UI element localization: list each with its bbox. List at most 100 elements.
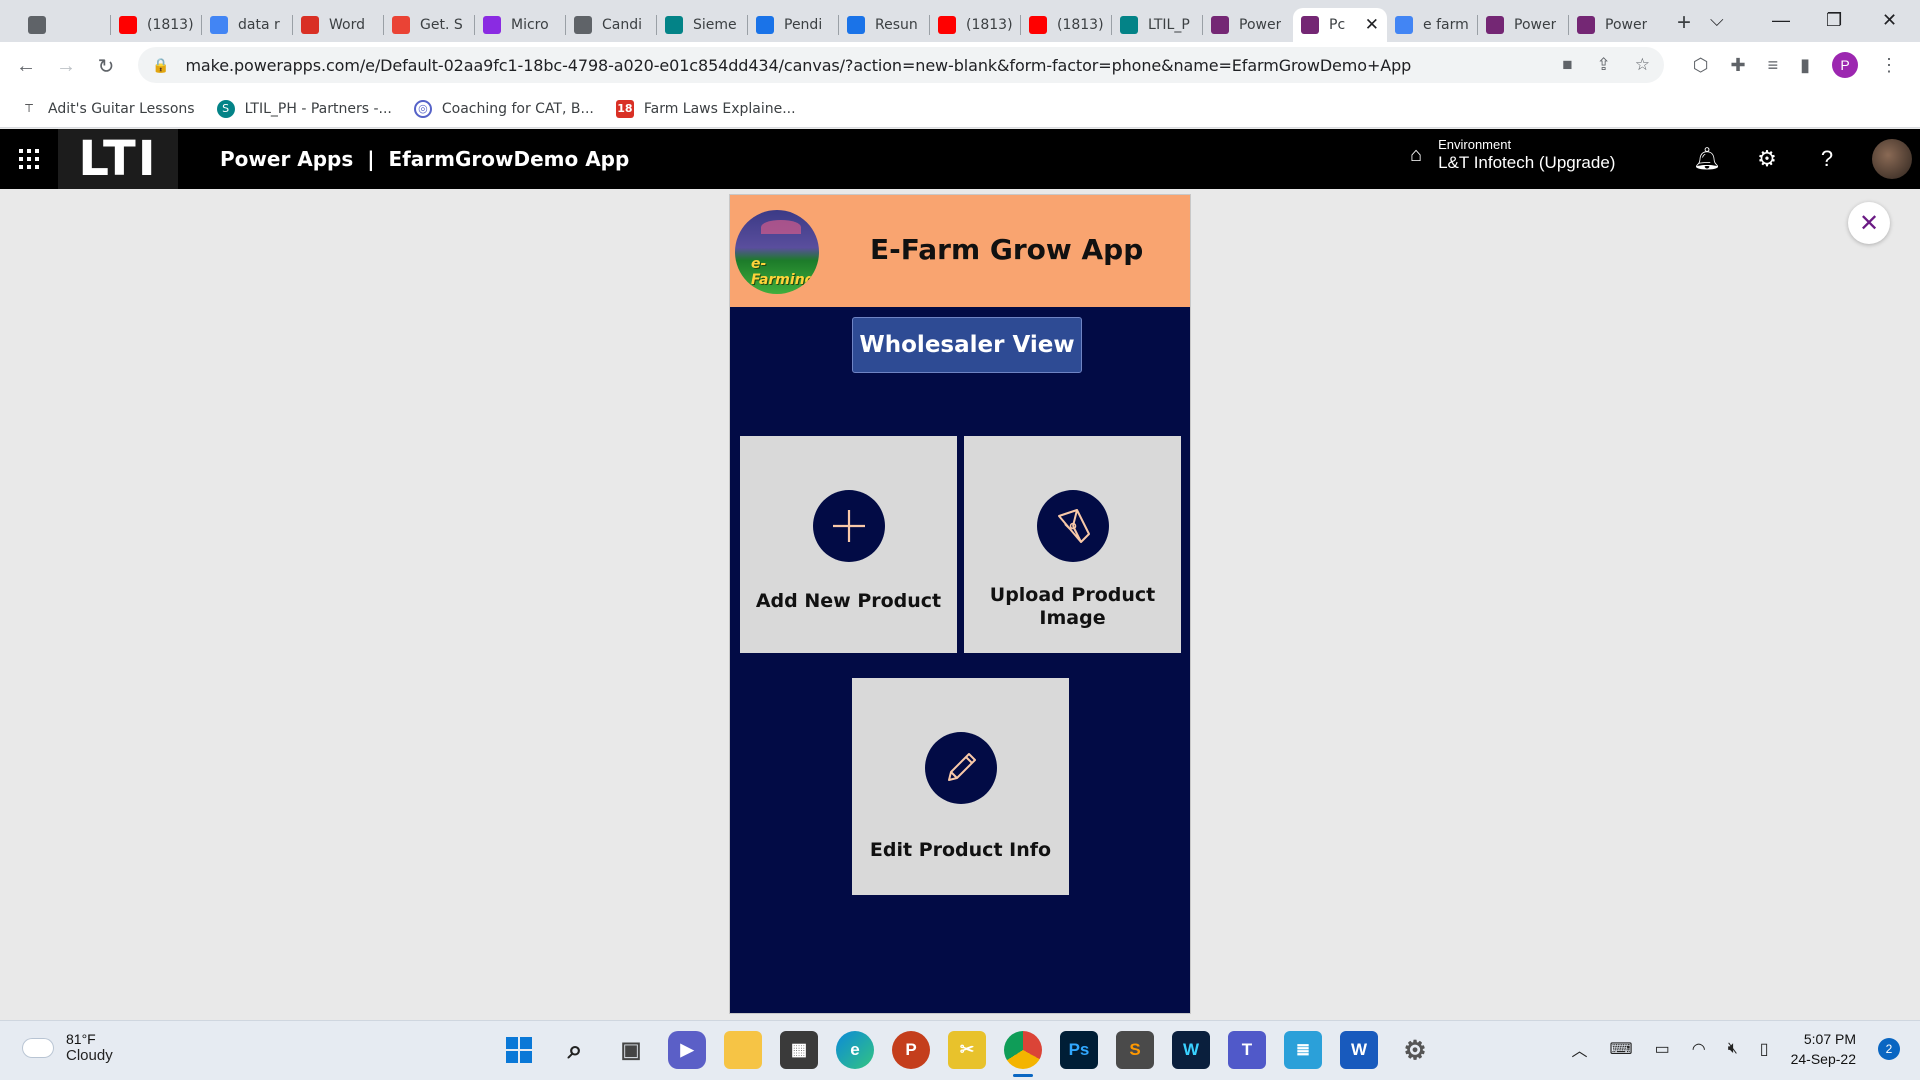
powerpoint-icon[interactable]: P — [892, 1031, 930, 1069]
display-icon[interactable]: ▭ — [1655, 1039, 1670, 1059]
file-explorer-icon[interactable] — [724, 1031, 762, 1069]
browser-tab[interactable]: Power — [1203, 8, 1293, 42]
weather-widget[interactable]: 81°F Cloudy — [22, 1031, 113, 1064]
tab-label: Pendi — [784, 17, 823, 33]
bookmark-item[interactable]: 18 Farm Laws Explaine... — [615, 99, 796, 118]
notepad-icon[interactable]: ≣ — [1284, 1031, 1322, 1069]
new-tab-button[interactable]: + — [1677, 9, 1691, 37]
close-window-button[interactable]: ✕ — [1882, 0, 1897, 40]
volume-muted-icon[interactable]: 🔇︎ — [1728, 1040, 1738, 1058]
search-icon[interactable]: ⌕ — [556, 1031, 594, 1069]
globe-icon — [574, 16, 592, 34]
bookmarks-bar: ⊤ Adit's Guitar Lessons S LTIL_PH - Part… — [0, 90, 1920, 128]
bell-icon[interactable]: 🔔︎ — [1692, 146, 1722, 172]
bookmark-item[interactable]: ◎ Coaching for CAT, B... — [413, 99, 594, 118]
task-view-icon[interactable]: ▣ — [612, 1031, 650, 1069]
back-icon[interactable]: ← — [6, 55, 46, 78]
tab-label: Power — [1239, 17, 1282, 33]
browser-tab[interactable]: Power — [1569, 8, 1659, 42]
edit-product-info-tile[interactable]: Edit Product Info — [852, 678, 1069, 895]
keyboard-icon[interactable]: ⌨ — [1610, 1039, 1633, 1059]
youtube-icon — [1029, 16, 1047, 34]
bookmark-star-icon[interactable]: ☆ — [1635, 55, 1650, 75]
media-control-icon[interactable]: ≡ — [1768, 55, 1779, 76]
menu-icon[interactable]: ⋮ — [1880, 55, 1898, 76]
bookmark-item[interactable]: S LTIL_PH - Partners -... — [216, 99, 392, 118]
browser-tab[interactable]: Word — [293, 8, 383, 42]
snipping-tool-icon[interactable]: ✂ — [948, 1031, 986, 1069]
browser-tab[interactable]: Pendi — [748, 8, 838, 42]
restore-button[interactable]: ❐ — [1826, 0, 1842, 40]
taskbar-apps: ⌕ ▣ ▶ ▦ e P ✂ Ps S W T ≣ W ⚙ — [500, 1031, 1434, 1077]
puzzle-icon[interactable]: ✚ — [1730, 55, 1745, 76]
teams-icon[interactable]: T — [1228, 1031, 1266, 1069]
forward-icon[interactable]: → — [46, 55, 86, 78]
tab-label: Word — [329, 17, 365, 33]
profile-avatar[interactable]: P — [1832, 52, 1858, 78]
app-launcher-icon[interactable] — [0, 129, 58, 189]
k-icon — [756, 16, 774, 34]
windows-taskbar: 81°F Cloudy ⌕ ▣ ▶ ▦ e P ✂ Ps S W T ≣ W ⚙… — [0, 1020, 1920, 1080]
add-new-product-tile[interactable]: Add New Product — [740, 436, 957, 653]
browser-tab[interactable]: e farm — [1387, 8, 1477, 42]
tab-label: LTIL_P — [1148, 17, 1190, 33]
wholesaler-view-button[interactable]: Wholesaler View — [852, 317, 1082, 373]
app-title: Power Apps | EfarmGrowDemo App — [220, 147, 630, 171]
tab-label: (1813) — [147, 17, 193, 33]
extension-toolbar: ⬡ ✚ ≡ ▮ P ⋮ — [1693, 52, 1898, 78]
minimize-button[interactable]: — — [1772, 0, 1790, 40]
tile-label: Edit Product Info — [869, 839, 1052, 861]
browser-tab[interactable]: Power — [1478, 8, 1568, 42]
google-icon — [210, 16, 228, 34]
windows-start-icon[interactable] — [500, 1031, 538, 1069]
cloud-icon — [22, 1037, 54, 1058]
side-panel-icon[interactable]: ▮ — [1800, 55, 1810, 76]
browser-tab[interactable]: Sieme — [657, 8, 747, 42]
microsoft-store-icon[interactable]: ▦ — [780, 1031, 818, 1069]
notification-badge[interactable]: 2 — [1878, 1038, 1900, 1060]
chrome-icon[interactable] — [1004, 1031, 1042, 1077]
share-icon[interactable]: ⇪ — [1597, 55, 1611, 75]
powerapps-icon — [1211, 16, 1229, 34]
camera-blocked-icon[interactable]: ■ — [1562, 55, 1572, 75]
chevron-up-icon[interactable]: ︿ — [1572, 1037, 1588, 1061]
close-tab-icon[interactable]: ✕ — [1365, 15, 1379, 35]
environment-label: Environment — [1438, 137, 1512, 152]
browser-tab[interactable]: Resun — [839, 8, 929, 42]
browser-tab[interactable]: Pc ✕ — [1293, 8, 1387, 42]
browser-tab[interactable]: data r — [202, 8, 292, 42]
environment-picker[interactable]: ⌂ Environment L&T Infotech (Upgrade) — [1410, 137, 1615, 173]
battery-icon[interactable]: ▯ — [1760, 1039, 1769, 1059]
photoshop-icon[interactable]: Ps — [1060, 1031, 1098, 1069]
bookmark-item[interactable]: ⊤ Adit's Guitar Lessons — [20, 100, 194, 118]
globe-icon: ◎ — [413, 99, 432, 118]
user-avatar[interactable] — [1872, 139, 1912, 179]
help-icon[interactable]: ? — [1812, 146, 1842, 172]
tab-label: (1813) — [1057, 17, 1103, 33]
browser-tab[interactable]: (1813) — [930, 8, 1020, 42]
clock[interactable]: 5:07 PM 24-Sep-22 — [1791, 1029, 1856, 1069]
browser-tab[interactable]: Micro — [475, 8, 565, 42]
gear-icon[interactable]: ⚙ — [1752, 146, 1782, 172]
webex-icon[interactable]: W — [1172, 1031, 1210, 1069]
browser-tab[interactable]: (1813) — [1021, 8, 1111, 42]
tab-search-icon[interactable]: ⌵ — [1710, 0, 1724, 40]
browser-tab[interactable]: LTIL_P — [1112, 8, 1202, 42]
browser-tab[interactable]: Candi — [566, 8, 656, 42]
close-preview-button[interactable]: ✕ — [1848, 202, 1890, 244]
browser-tab[interactable]: Get. S — [384, 8, 474, 42]
sublime-text-icon[interactable]: S — [1116, 1031, 1154, 1069]
settings-icon[interactable]: ⚙ — [1396, 1031, 1434, 1069]
teams-chat-icon[interactable]: ▶ — [668, 1031, 706, 1069]
reload-icon[interactable]: ↻ — [86, 54, 126, 79]
edge-icon[interactable]: e — [836, 1031, 874, 1069]
bookmark-icon: ⊤ — [24, 102, 34, 115]
browser-tab[interactable] — [20, 8, 110, 42]
wifi-icon[interactable]: ◠ — [1692, 1039, 1706, 1059]
browser-tab[interactable]: (1813) — [111, 8, 201, 42]
extension-icon[interactable]: ⬡ — [1693, 55, 1709, 76]
word-icon[interactable]: W — [1340, 1031, 1378, 1069]
sharepoint-icon — [665, 16, 683, 34]
url-field[interactable]: 🔒 make.powerapps.com/e/Default-02aa9fc1-… — [138, 47, 1664, 83]
upload-product-image-tile[interactable]: Upload Product Image — [964, 436, 1181, 653]
